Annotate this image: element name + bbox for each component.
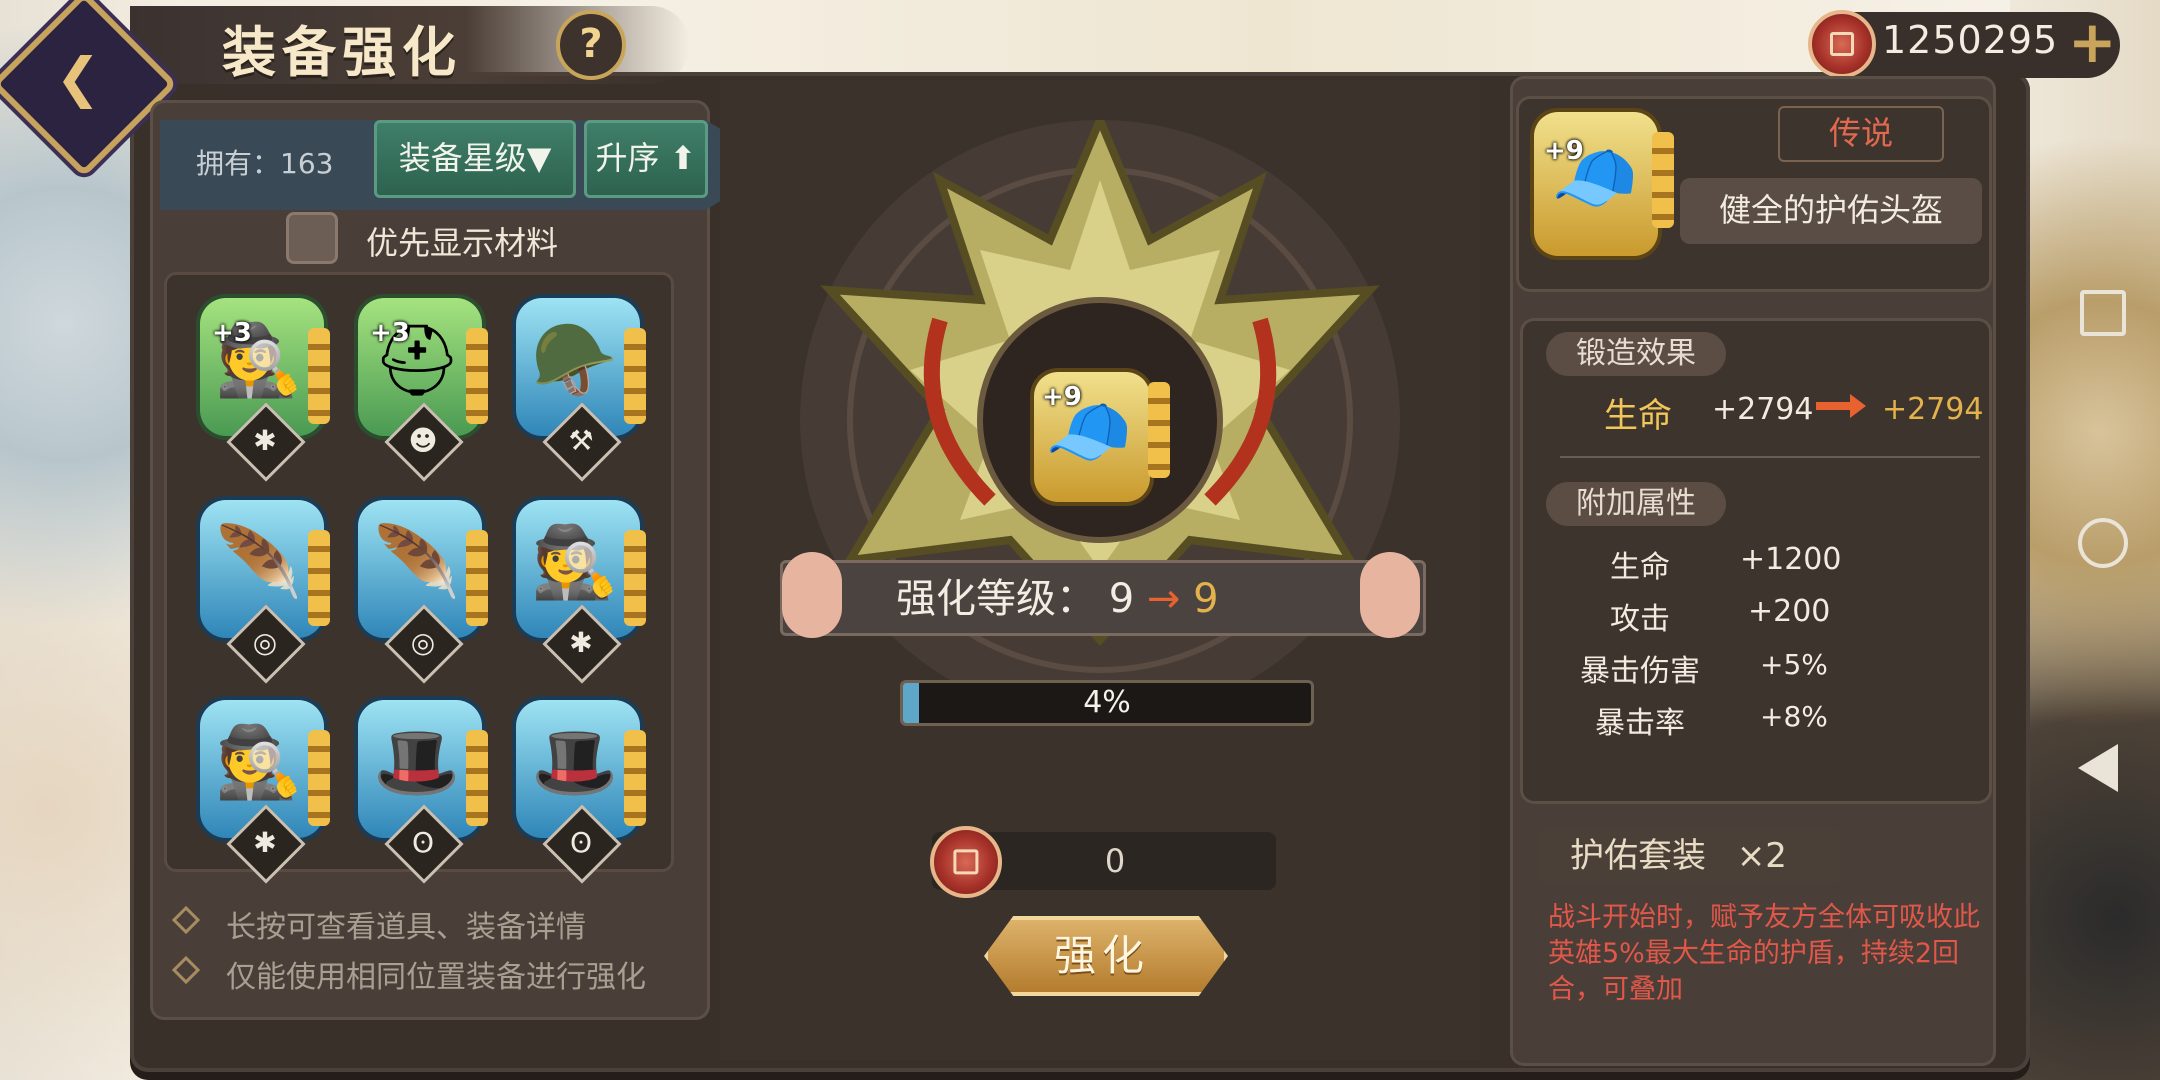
- equipment-item[interactable]: 🪶 ◎: [358, 500, 488, 684]
- forge-stat-label: 生命: [1604, 396, 1672, 436]
- slot-icon: ⚒: [568, 424, 594, 457]
- sort-order-button[interactable]: 升序 ⬆: [584, 120, 708, 198]
- rarity-tag: 传说: [1778, 106, 1944, 162]
- coin-icon: [930, 826, 1002, 898]
- slot-icon: ✱: [253, 424, 277, 457]
- equipment-item[interactable]: 🎩 ʘ: [358, 700, 488, 884]
- equipment-art-icon: 🎩: [531, 721, 619, 803]
- star-pips: [308, 530, 330, 626]
- home-button[interactable]: [2078, 518, 2128, 568]
- progress-text: 4%: [1083, 685, 1131, 720]
- forge-effect-title: 锻造效果: [1546, 332, 1726, 376]
- scroll-left-ornament: [782, 552, 842, 638]
- currency-amount: 1250295: [1882, 18, 2059, 62]
- equipment-level: +3: [370, 318, 410, 348]
- page-title: 装备强化: [222, 21, 462, 84]
- star-pips: [1148, 382, 1170, 478]
- extra-stat-label: 暴击伤害: [1580, 654, 1700, 689]
- equipment-art-icon: 🪖: [531, 319, 619, 401]
- material-priority-checkbox[interactable]: [286, 212, 338, 264]
- slot-icon: ◎: [252, 626, 278, 659]
- scroll-right-ornament: [1360, 552, 1420, 638]
- slot-icon: ʘ: [569, 826, 593, 859]
- equipment-art-icon: 🪶: [215, 521, 303, 603]
- forge-stat-from: +2794: [1712, 392, 1814, 427]
- tip-text: 长按可查看道具、装备详情: [226, 910, 586, 945]
- enhance-cost: 0: [1104, 842, 1126, 880]
- set-bonus-tag: 护佑套装 ×2: [1540, 828, 1840, 884]
- enhance-level-to: 9: [1193, 576, 1219, 622]
- enhance-level-label: 强化等级：: [896, 576, 1096, 622]
- arrow-head-icon: [1850, 394, 1866, 418]
- enhance-progress-bar: 4%: [900, 680, 1314, 726]
- slot-icon: ◎: [410, 626, 436, 659]
- star-pips: [466, 530, 488, 626]
- tip-text: 仅能使用相同位置装备进行强化: [226, 960, 646, 995]
- divider: [1560, 456, 1980, 458]
- star-pips: [624, 730, 646, 826]
- extra-stat-value: +5%: [1760, 648, 1828, 681]
- forge-stat-to: +2794: [1882, 392, 1984, 427]
- star-pips: [308, 730, 330, 826]
- extra-stat-value: +200: [1748, 594, 1831, 629]
- slot-icon: ☻: [408, 424, 438, 457]
- set-count: ×2: [1736, 836, 1787, 876]
- enhance-button-label: 强化: [1053, 931, 1150, 980]
- equipment-item[interactable]: 🕵 ✱: [200, 700, 330, 884]
- help-button[interactable]: ?: [556, 10, 626, 80]
- extra-stat-value: +8%: [1760, 700, 1828, 733]
- back-nav-button[interactable]: [2078, 744, 2118, 792]
- equipment-item[interactable]: ⛑ +3 ☻: [358, 298, 488, 482]
- set-name: 护佑套装: [1570, 836, 1706, 876]
- material-priority-label: 优先显示材料: [366, 224, 559, 262]
- star-pips: [466, 328, 488, 424]
- equipment-art-icon: 🎩: [373, 721, 461, 803]
- extra-attributes-title: 附加属性: [1546, 482, 1726, 526]
- slot-icon: ✱: [253, 826, 277, 859]
- star-pips: [308, 328, 330, 424]
- equipment-item[interactable]: 🕵 ✱: [516, 500, 646, 684]
- arrow-right-icon: →: [1146, 576, 1181, 622]
- equipment-art-icon: 🪶: [373, 521, 461, 603]
- slot-icon: ʘ: [411, 826, 435, 859]
- recent-apps-button[interactable]: [2080, 290, 2126, 336]
- extra-stat-label: 生命: [1610, 550, 1670, 585]
- slot-icon: ✱: [569, 626, 593, 659]
- star-pips: [1652, 132, 1674, 228]
- detail-equipment-level: +9: [1544, 136, 1584, 166]
- set-bonus-description: 战斗开始时，赋予友方全体可吸收此英雄5%最大生命的护盾，持续2回合，可叠加: [1548, 902, 1980, 1005]
- equipment-art-icon: 🕵: [531, 521, 619, 603]
- equipment-name: 健全的护佑头盔: [1680, 178, 1982, 244]
- equipment-item[interactable]: 🕵 +3 ✱: [200, 298, 330, 482]
- enhance-level-from: 9: [1108, 576, 1135, 622]
- add-currency-button[interactable]: +: [2068, 13, 2117, 71]
- back-arrow-icon: ❮: [55, 46, 101, 109]
- star-pips: [624, 530, 646, 626]
- selected-equipment-level: +9: [1042, 382, 1082, 412]
- equipment-item[interactable]: 🪶 ◎: [200, 500, 330, 684]
- owned-count: 拥有：163: [196, 147, 334, 180]
- star-pips: [624, 328, 646, 424]
- enhance-level-text: 强化等级： 9 → 9: [896, 566, 1219, 624]
- coin-icon: [1808, 10, 1876, 78]
- extra-stat-label: 暴击率: [1595, 706, 1685, 741]
- extra-stat-label: 攻击: [1610, 602, 1670, 637]
- equipment-item[interactable]: 🪖 ⚒: [516, 298, 646, 482]
- top-ornament-background: [520, 0, 2020, 80]
- equipment-level: +3: [212, 318, 252, 348]
- extra-stat-value: +1200: [1740, 542, 1842, 577]
- star-pips: [466, 730, 488, 826]
- sort-star-button[interactable]: 装备星级▼: [374, 120, 576, 198]
- equipment-item[interactable]: 🎩 ʘ: [516, 700, 646, 884]
- equipment-art-icon: 🕵: [215, 721, 303, 803]
